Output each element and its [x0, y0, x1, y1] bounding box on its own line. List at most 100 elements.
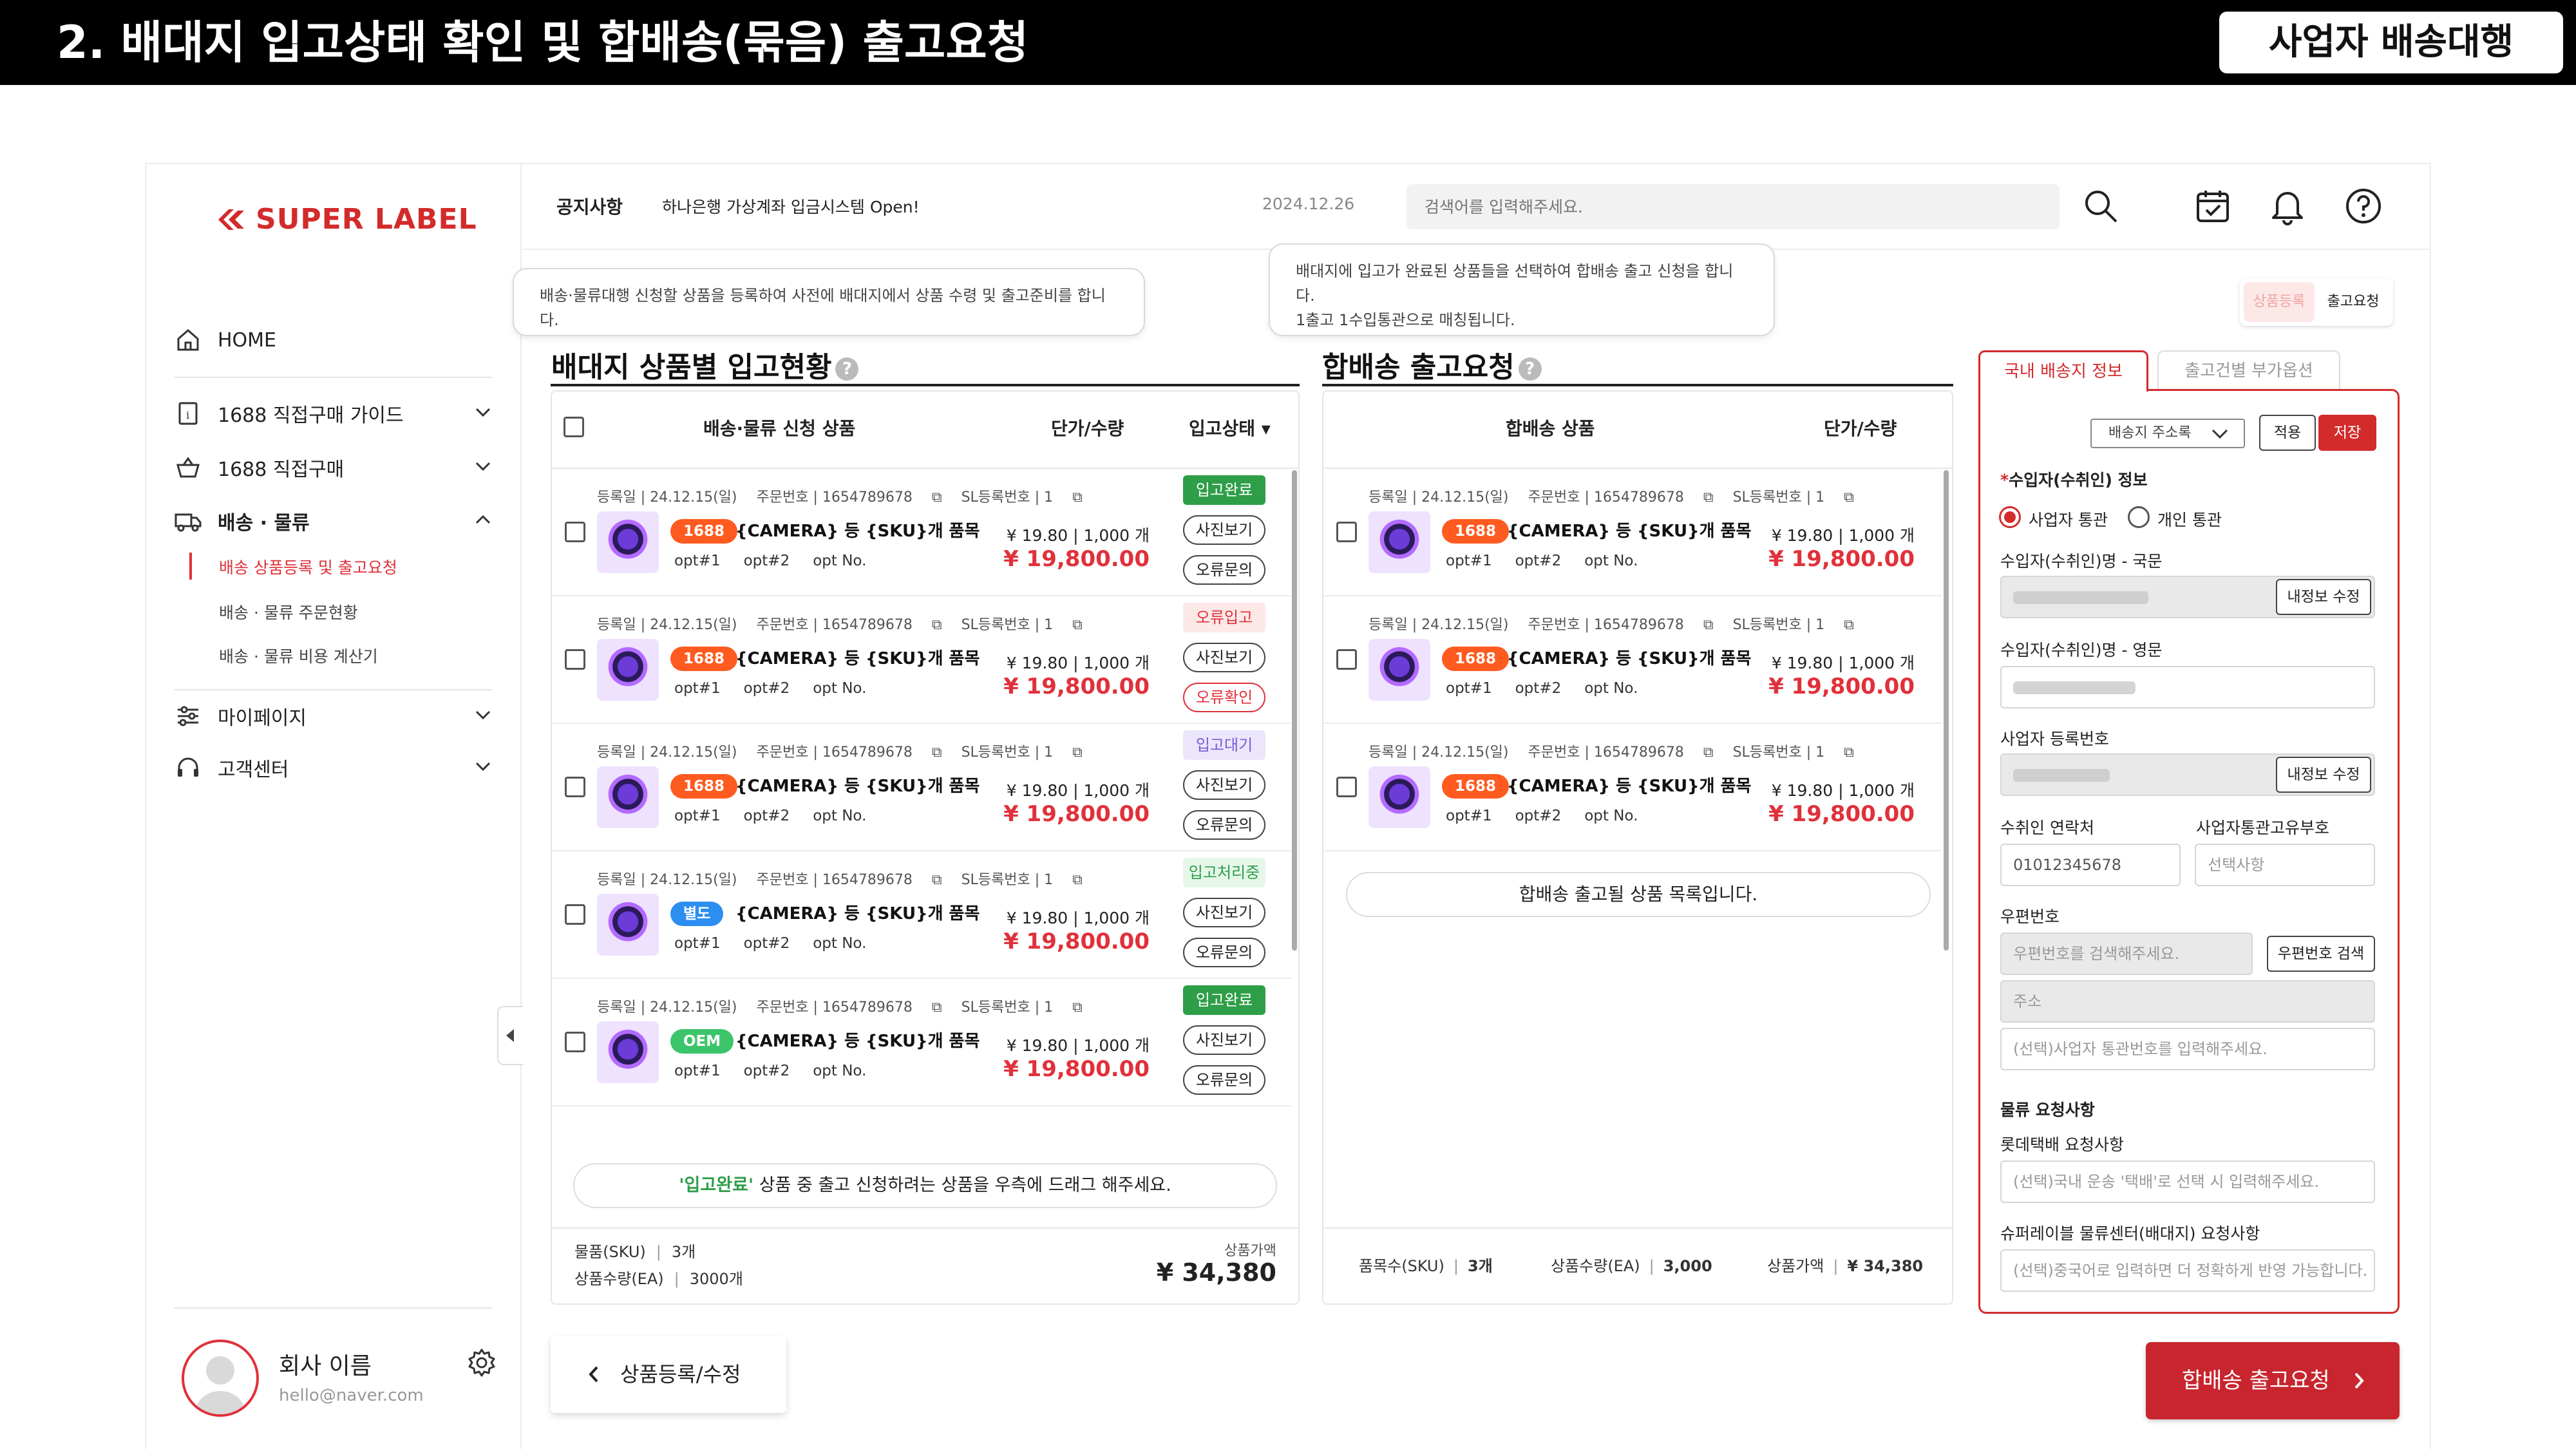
row-checkbox[interactable] — [565, 1032, 585, 1052]
copy-icon[interactable]: ⧉ — [1072, 744, 1083, 761]
name-en-field[interactable] — [2000, 666, 2375, 708]
nav-purchase[interactable]: 1688 직접구매 — [174, 453, 496, 482]
help-circle-icon[interactable]: ? — [835, 357, 859, 381]
save-button[interactable]: 저장 — [2318, 415, 2376, 451]
search-input[interactable] — [1406, 184, 2060, 229]
submit-release-button[interactable]: 합배송 출고요청 — [2146, 1342, 2400, 1419]
merge-sum-ea: 상품수량(EA) | 3,000 — [1551, 1257, 1712, 1275]
row-checkbox[interactable] — [1336, 522, 1357, 542]
copy-icon[interactable]: ⧉ — [932, 872, 942, 888]
error-inquiry-button[interactable]: 오류확인 — [1183, 683, 1265, 712]
select-all-checkbox[interactable] — [564, 417, 584, 437]
logo[interactable]: SUPER LABEL — [216, 203, 477, 236]
copy-icon[interactable]: ⧉ — [1844, 617, 1854, 633]
chevron-down-icon[interactable] — [470, 702, 496, 733]
help-circle-icon[interactable]: ? — [1518, 357, 1542, 381]
table-row[interactable]: 등록일 | 24.12.15(일) 주문번호 | 1654789678 ⧉ SL등록번… — [1323, 596, 1942, 724]
copy-icon[interactable]: ⧉ — [1072, 999, 1083, 1016]
nav-home[interactable]: HOME — [174, 326, 496, 354]
sidebar-collapse-handle[interactable] — [497, 1006, 523, 1065]
table-row[interactable]: 등록일 | 24.12.15(일) 주문번호 | 1654789678 ⧉ SL등록번… — [1323, 724, 1942, 851]
product-thumbnail — [1368, 639, 1430, 701]
table-row[interactable]: 등록일 | 24.12.15(일) 주문번호 | 1654789678 ⧉ SL등록번… — [552, 469, 1291, 596]
toggle-release[interactable]: 출고요청 — [2317, 282, 2389, 322]
back-button[interactable]: 상품등록/수정 — [551, 1336, 786, 1413]
zip-field[interactable]: 우편번호를 검색해주세요. — [2000, 933, 2253, 975]
copy-icon[interactable]: ⧉ — [1072, 872, 1083, 888]
row-checkbox[interactable] — [1336, 649, 1357, 670]
radio-personal[interactable] — [2128, 506, 2150, 528]
status-badge: 오류입고 — [1183, 603, 1265, 632]
copy-icon[interactable]: ⧉ — [1072, 617, 1083, 633]
photo-view-button[interactable]: 사진보기 — [1183, 515, 1265, 545]
edit-info-button[interactable]: 내정보 수정 — [2276, 757, 2371, 793]
row-checkbox[interactable] — [565, 904, 585, 925]
chevron-up-icon[interactable] — [470, 507, 496, 538]
radio-business[interactable] — [1999, 506, 2021, 528]
address-book-select[interactable]: 배송지 주소록 — [2090, 419, 2245, 448]
photo-view-button[interactable]: 사진보기 — [1183, 770, 1265, 800]
table-row[interactable]: 등록일 | 24.12.15(일) 주문번호 | 1654789678 ⧉ SL등록번… — [552, 979, 1291, 1106]
photo-view-button[interactable]: 사진보기 — [1183, 898, 1265, 927]
center-request-field[interactable]: (선택)중국어로 입력하면 더 정확하게 반영 가능합니다. — [2000, 1249, 2375, 1292]
contact-field[interactable]: 01012345678 — [2000, 844, 2181, 886]
table-row[interactable]: 등록일 | 24.12.15(일) 주문번호 | 1654789678 ⧉ SL등록번… — [1323, 469, 1942, 596]
nav-support[interactable]: 고객센터 — [174, 753, 496, 782]
lotte-request-field[interactable]: (선택)국내 운송 '택배'로 선택 시 입력해주세요. — [2000, 1160, 2375, 1203]
address-detail-field[interactable]: (선택)사업자 통관번호를 입력해주세요. — [2000, 1028, 2375, 1070]
source-tag: 별도 — [670, 902, 724, 926]
scrollbar[interactable] — [1944, 470, 1949, 951]
table-row[interactable]: 등록일 | 24.12.15(일) 주문번호 | 1654789678 ⧉ SL등록번… — [552, 724, 1291, 851]
nav-mypage[interactable]: 마이페이지 — [174, 702, 496, 730]
importer-title: *수입자(수취인) 정보 — [2000, 471, 2148, 489]
row-checkbox[interactable] — [565, 777, 585, 797]
copy-icon[interactable]: ⧉ — [932, 999, 942, 1016]
search-icon[interactable] — [2081, 187, 2120, 228]
scrollbar[interactable] — [1292, 470, 1297, 951]
photo-view-button[interactable]: 사진보기 — [1183, 1025, 1265, 1055]
copy-icon[interactable]: ⧉ — [1703, 744, 1714, 761]
calendar-check-icon[interactable] — [2195, 188, 2231, 227]
col-header-status[interactable]: 입고상태 ▾ — [1189, 415, 1271, 440]
zip-search-button[interactable]: 우편번호 검색 — [2267, 936, 2375, 972]
copy-icon[interactable]: ⧉ — [1703, 489, 1714, 506]
toggle-register[interactable]: 상품등록 — [2244, 282, 2315, 322]
notice-text[interactable]: 하나은행 가상계좌 입금시스템 Open! — [662, 194, 920, 218]
nav-guide[interactable]: i 1688 직접구매 가이드 — [174, 399, 496, 428]
sub-item-orders[interactable]: 배송 · 물류 주문현황 — [219, 600, 358, 623]
row-checkbox[interactable] — [565, 522, 585, 542]
row-checkbox[interactable] — [1336, 777, 1357, 797]
copy-icon[interactable]: ⧉ — [932, 744, 942, 761]
copy-icon[interactable]: ⧉ — [932, 489, 942, 506]
copy-icon[interactable]: ⧉ — [1844, 744, 1854, 761]
error-inquiry-button[interactable]: 오류문의 — [1183, 1065, 1265, 1095]
logistics-title: 물류 요청사항 — [2000, 1101, 2095, 1119]
chevron-down-icon[interactable] — [470, 399, 496, 430]
table-row[interactable]: 등록일 | 24.12.15(일) 주문번호 | 1654789678 ⧉ SL등록번… — [552, 851, 1291, 979]
sub-item-calculator[interactable]: 배송 · 물류 비용 계산기 — [219, 644, 378, 667]
copy-icon[interactable]: ⧉ — [1703, 617, 1714, 633]
error-inquiry-button[interactable]: 오류문의 — [1183, 938, 1265, 967]
copy-icon[interactable]: ⧉ — [932, 617, 942, 633]
row-checkbox[interactable] — [565, 649, 585, 670]
customs-code-field[interactable]: 선택사항 — [2195, 844, 2375, 886]
sub-item-register[interactable]: 배송 상품등록 및 출고요청 — [219, 555, 397, 578]
error-inquiry-button[interactable]: 오류문의 — [1183, 810, 1265, 840]
gear-icon[interactable] — [466, 1347, 497, 1381]
edit-info-button[interactable]: 내정보 수정 — [2276, 579, 2371, 615]
avatar[interactable] — [182, 1340, 259, 1417]
chevron-down-icon[interactable] — [470, 453, 496, 484]
bell-icon[interactable] — [2269, 187, 2306, 228]
nav-shipping[interactable]: 배송 · 물류 — [174, 507, 496, 535]
error-inquiry-button[interactable]: 오류문의 — [1183, 555, 1265, 585]
help-icon[interactable] — [2344, 187, 2383, 228]
address-field[interactable]: 주소 — [2000, 980, 2375, 1023]
apply-button[interactable]: 적용 — [2259, 415, 2316, 451]
copy-icon[interactable]: ⧉ — [1844, 489, 1854, 506]
table-row[interactable]: 등록일 | 24.12.15(일) 주문번호 | 1654789678 ⧉ SL등록번… — [552, 596, 1291, 724]
photo-view-button[interactable]: 사진보기 — [1183, 643, 1265, 672]
chevron-down-icon[interactable] — [470, 753, 496, 784]
tab-domestic[interactable]: 국내 배송지 정보 — [1978, 350, 2148, 392]
tab-options[interactable]: 출고건별 부가옵션 — [2157, 350, 2340, 390]
copy-icon[interactable]: ⧉ — [1072, 489, 1083, 506]
